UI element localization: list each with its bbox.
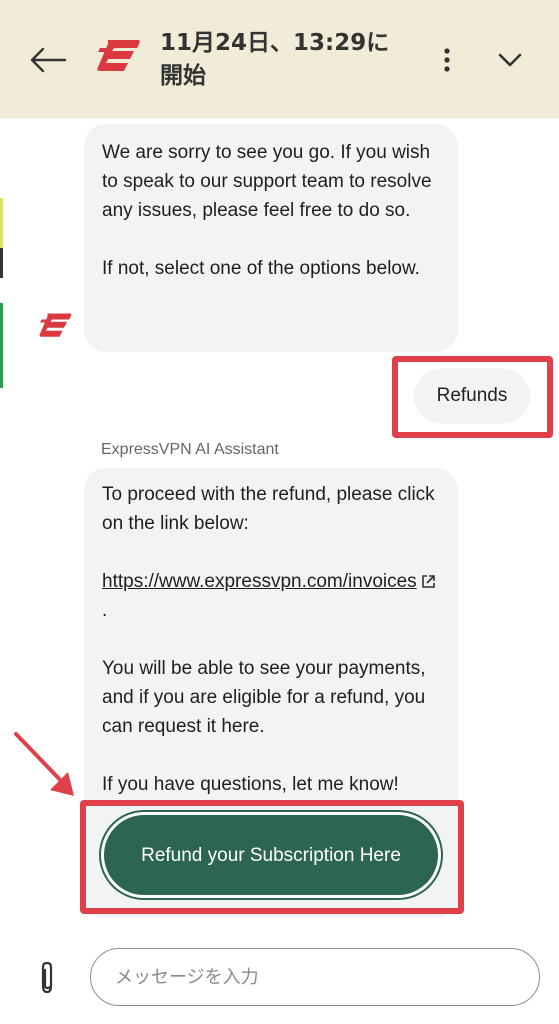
message-text: If not, select one of the options below. [102,258,420,279]
conversation-title: 11月24日、13:29に開始 [160,30,390,89]
refund-button-label: Refund your Subscription Here [141,844,401,866]
message-text: To proceed with the refund, please click… [102,484,435,534]
chat-header: 11月24日、13:29に開始 [0,0,559,118]
sender-name: ExpressVPN AI Assistant [101,441,279,458]
bot-avatar [36,312,74,342]
attach-button[interactable] [32,958,62,998]
refunds-option-chip[interactable]: Refunds [414,368,530,424]
message-text: If you have questions, let me know! [102,774,399,795]
message-text: You will be able to see your payments, a… [102,658,426,737]
external-link-icon [421,575,435,588]
message-input[interactable] [90,948,540,1006]
message-link-line: https://www.expressvpn.com/invoices. [102,567,440,625]
link-suffix: . [102,600,108,621]
back-button[interactable] [24,38,72,82]
left-edge-strip [0,118,4,1024]
refund-subscription-button[interactable]: Refund your Subscription Here [101,812,441,898]
message-text: We are sorry to see you go. If you wish … [102,142,432,221]
expressvpn-logo [94,38,142,78]
more-options-button[interactable] [432,40,462,80]
collapse-button[interactable] [490,40,530,80]
message-composer [0,930,559,1024]
invoices-link[interactable]: https://www.expressvpn.com/invoices [102,571,417,592]
chevron-down-icon [498,53,522,67]
arrow-left-icon [30,47,67,73]
annotation-arrow-icon [14,732,74,796]
paperclip-icon [41,961,53,994]
more-vertical-icon [444,48,450,72]
bot-message-bubble: We are sorry to see you go. If you wish … [84,124,458,352]
